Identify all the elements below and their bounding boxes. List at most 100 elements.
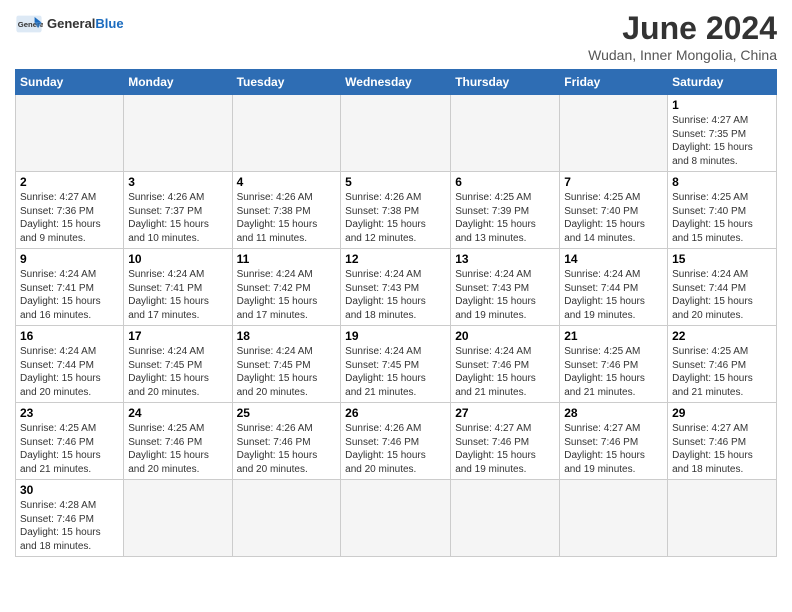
day-number: 8	[672, 175, 772, 189]
calendar-cell	[451, 95, 560, 172]
calendar-cell: 1Sunrise: 4:27 AM Sunset: 7:35 PM Daylig…	[668, 95, 777, 172]
calendar-cell	[232, 95, 341, 172]
day-sun-info: Sunrise: 4:25 AM Sunset: 7:40 PM Dayligh…	[672, 191, 772, 245]
calendar-cell	[560, 95, 668, 172]
calendar-cell: 26 Sunrise: 4:26 AM Sunset: 7:46 PM Dayli…	[341, 403, 451, 480]
day-number: 29	[672, 406, 772, 420]
day-sun-info: Sunrise: 4:24 AM Sunset: 7:41 PM Dayligh…	[20, 268, 119, 322]
day-number: 17	[128, 329, 227, 343]
calendar-cell: 6 Sunrise: 4:25 AM Sunset: 7:39 PM Daylig…	[451, 172, 560, 249]
logo: General GeneralBlue	[15, 10, 124, 38]
title-area: June 2024 Wudan, Inner Mongolia, China	[588, 10, 777, 63]
day-number: 2	[20, 175, 119, 189]
calendar-cell: 20Sunrise: 4:24 AM Sunset: 7:46 PM Dayli…	[451, 326, 560, 403]
calendar-cell: 25 Sunrise: 4:26 AM Sunset: 7:46 PM Dayli…	[232, 403, 341, 480]
day-number: 4	[237, 175, 337, 189]
day-sun-info: Sunrise: 4:25 AM Sunset: 7:46 PM Dayligh…	[564, 345, 663, 399]
day-sun-info: Sunrise: 4:28 AM Sunset: 7:46 PM Dayligh…	[20, 499, 119, 553]
day-sun-info: Sunrise: 4:24 AM Sunset: 7:44 PM Dayligh…	[564, 268, 663, 322]
calendar-header: SundayMondayTuesdayWednesdayThursdayFrid…	[16, 70, 777, 95]
calendar-cell	[124, 95, 232, 172]
week-row-3: 16Sunrise: 4:24 AM Sunset: 7:44 PM Dayli…	[16, 326, 777, 403]
calendar-cell: 27 Sunrise: 4:27 AM Sunset: 7:46 PM Dayli…	[451, 403, 560, 480]
calendar-cell: 8 Sunrise: 4:25 AM Sunset: 7:40 PM Daylig…	[668, 172, 777, 249]
calendar-cell: 5Sunrise: 4:26 AM Sunset: 7:38 PM Daylig…	[341, 172, 451, 249]
day-number: 26	[345, 406, 446, 420]
header-day-friday: Friday	[560, 70, 668, 95]
day-number: 16	[20, 329, 119, 343]
calendar-cell: 15Sunrise: 4:24 AM Sunset: 7:44 PM Dayli…	[668, 249, 777, 326]
day-number: 7	[564, 175, 663, 189]
day-sun-info: Sunrise: 4:24 AM Sunset: 7:42 PM Dayligh…	[237, 268, 337, 322]
day-sun-info: Sunrise: 4:26 AM Sunset: 7:38 PM Dayligh…	[345, 191, 446, 245]
calendar-cell: 10 Sunrise: 4:24 AM Sunset: 7:41 PM Dayli…	[124, 249, 232, 326]
logo-icon: General	[15, 10, 43, 38]
day-sun-info: Sunrise: 4:25 AM Sunset: 7:46 PM Dayligh…	[20, 422, 119, 476]
day-number: 1	[672, 98, 772, 112]
day-number: 27	[455, 406, 555, 420]
day-number: 22	[672, 329, 772, 343]
day-sun-info: Sunrise: 4:24 AM Sunset: 7:46 PM Dayligh…	[455, 345, 555, 399]
logo-text-regular: General	[47, 16, 95, 31]
calendar-cell: 23Sunrise: 4:25 AM Sunset: 7:46 PM Dayli…	[16, 403, 124, 480]
day-number: 10	[128, 252, 227, 266]
calendar-cell: 3 Sunrise: 4:26 AM Sunset: 7:37 PM Daylig…	[124, 172, 232, 249]
calendar-cell	[124, 480, 232, 557]
day-number: 21	[564, 329, 663, 343]
day-sun-info: Sunrise: 4:26 AM Sunset: 7:46 PM Dayligh…	[345, 422, 446, 476]
header-day-tuesday: Tuesday	[232, 70, 341, 95]
day-number: 14	[564, 252, 663, 266]
day-sun-info: Sunrise: 4:26 AM Sunset: 7:38 PM Dayligh…	[237, 191, 337, 245]
day-number: 9	[20, 252, 119, 266]
day-sun-info: Sunrise: 4:24 AM Sunset: 7:43 PM Dayligh…	[345, 268, 446, 322]
day-sun-info: Sunrise: 4:27 AM Sunset: 7:36 PM Dayligh…	[20, 191, 119, 245]
calendar-cell: 14 Sunrise: 4:24 AM Sunset: 7:44 PM Dayli…	[560, 249, 668, 326]
calendar-cell	[232, 480, 341, 557]
day-sun-info: Sunrise: 4:24 AM Sunset: 7:43 PM Dayligh…	[455, 268, 555, 322]
header-day-monday: Monday	[124, 70, 232, 95]
day-sun-info: Sunrise: 4:26 AM Sunset: 7:46 PM Dayligh…	[237, 422, 337, 476]
calendar-cell: 29 Sunrise: 4:27 AM Sunset: 7:46 PM Dayli…	[668, 403, 777, 480]
day-number: 25	[237, 406, 337, 420]
day-number: 3	[128, 175, 227, 189]
day-number: 6	[455, 175, 555, 189]
day-sun-info: Sunrise: 4:24 AM Sunset: 7:45 PM Dayligh…	[345, 345, 446, 399]
header-day-thursday: Thursday	[451, 70, 560, 95]
calendar-cell	[341, 95, 451, 172]
day-sun-info: Sunrise: 4:25 AM Sunset: 7:46 PM Dayligh…	[672, 345, 772, 399]
day-number: 24	[128, 406, 227, 420]
day-sun-info: Sunrise: 4:26 AM Sunset: 7:37 PM Dayligh…	[128, 191, 227, 245]
calendar-cell: 7Sunrise: 4:25 AM Sunset: 7:40 PM Daylig…	[560, 172, 668, 249]
calendar-cell	[668, 480, 777, 557]
header-day-sunday: Sunday	[16, 70, 124, 95]
calendar-cell	[341, 480, 451, 557]
day-sun-info: Sunrise: 4:24 AM Sunset: 7:45 PM Dayligh…	[237, 345, 337, 399]
calendar-cell: 16Sunrise: 4:24 AM Sunset: 7:44 PM Dayli…	[16, 326, 124, 403]
calendar-cell: 18 Sunrise: 4:24 AM Sunset: 7:45 PM Dayli…	[232, 326, 341, 403]
day-number: 19	[345, 329, 446, 343]
week-row-0: 1Sunrise: 4:27 AM Sunset: 7:35 PM Daylig…	[16, 95, 777, 172]
day-sun-info: Sunrise: 4:27 AM Sunset: 7:46 PM Dayligh…	[455, 422, 555, 476]
calendar-cell	[16, 95, 124, 172]
calendar-cell: 11Sunrise: 4:24 AM Sunset: 7:42 PM Dayli…	[232, 249, 341, 326]
day-number: 30	[20, 483, 119, 497]
day-sun-info: Sunrise: 4:25 AM Sunset: 7:46 PM Dayligh…	[128, 422, 227, 476]
day-sun-info: Sunrise: 4:24 AM Sunset: 7:41 PM Dayligh…	[128, 268, 227, 322]
header-day-wednesday: Wednesday	[341, 70, 451, 95]
calendar-cell: 21 Sunrise: 4:25 AM Sunset: 7:46 PM Dayli…	[560, 326, 668, 403]
calendar-body: 1Sunrise: 4:27 AM Sunset: 7:35 PM Daylig…	[16, 95, 777, 557]
day-number: 18	[237, 329, 337, 343]
calendar-cell: 9 Sunrise: 4:24 AM Sunset: 7:41 PM Daylig…	[16, 249, 124, 326]
calendar-cell: 4 Sunrise: 4:26 AM Sunset: 7:38 PM Daylig…	[232, 172, 341, 249]
logo-text-blue: Blue	[95, 16, 123, 31]
calendar-cell: 24 Sunrise: 4:25 AM Sunset: 7:46 PM Dayli…	[124, 403, 232, 480]
week-row-2: 9 Sunrise: 4:24 AM Sunset: 7:41 PM Daylig…	[16, 249, 777, 326]
week-row-4: 23Sunrise: 4:25 AM Sunset: 7:46 PM Dayli…	[16, 403, 777, 480]
calendar-cell: 22 Sunrise: 4:25 AM Sunset: 7:46 PM Dayli…	[668, 326, 777, 403]
header-row: SundayMondayTuesdayWednesdayThursdayFrid…	[16, 70, 777, 95]
day-number: 13	[455, 252, 555, 266]
calendar-cell: 17Sunrise: 4:24 AM Sunset: 7:45 PM Dayli…	[124, 326, 232, 403]
location-subtitle: Wudan, Inner Mongolia, China	[588, 47, 777, 63]
day-sun-info: Sunrise: 4:25 AM Sunset: 7:39 PM Dayligh…	[455, 191, 555, 245]
day-sun-info: Sunrise: 4:27 AM Sunset: 7:46 PM Dayligh…	[672, 422, 772, 476]
